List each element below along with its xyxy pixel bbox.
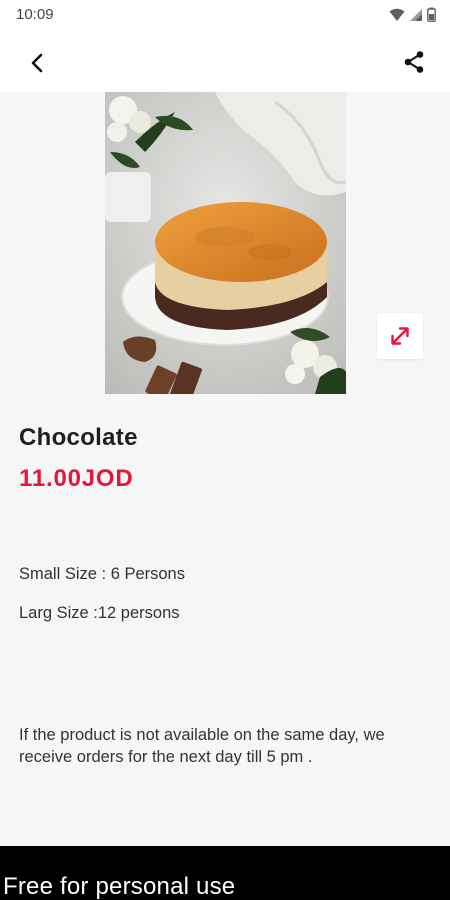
status-time: 10:09 bbox=[16, 6, 54, 23]
large-size-text: Larg Size :12 persons bbox=[19, 604, 180, 622]
footer-text: Free for personal use bbox=[3, 873, 236, 900]
small-size-text: Small Size : 6 Persons bbox=[19, 565, 185, 583]
product-price: 11.00JOD bbox=[19, 465, 134, 492]
app-bar bbox=[0, 30, 450, 92]
back-arrow-icon bbox=[31, 53, 43, 73]
availability-notice: If the product is not available on the s… bbox=[19, 726, 385, 766]
product-name: Chocolate bbox=[19, 424, 138, 451]
footer-banner: Free for personal use bbox=[0, 846, 450, 900]
status-bar: 10:09 bbox=[0, 0, 450, 30]
product-image[interactable] bbox=[105, 92, 346, 394]
battery-icon bbox=[427, 7, 436, 22]
status-icons bbox=[389, 7, 436, 22]
share-button[interactable] bbox=[398, 46, 430, 78]
signal-icon bbox=[410, 8, 422, 21]
expand-icon bbox=[391, 327, 409, 345]
wifi-icon bbox=[389, 8, 405, 21]
expand-image-button[interactable] bbox=[377, 313, 423, 359]
share-icon bbox=[404, 51, 424, 73]
back-button[interactable] bbox=[22, 48, 52, 78]
